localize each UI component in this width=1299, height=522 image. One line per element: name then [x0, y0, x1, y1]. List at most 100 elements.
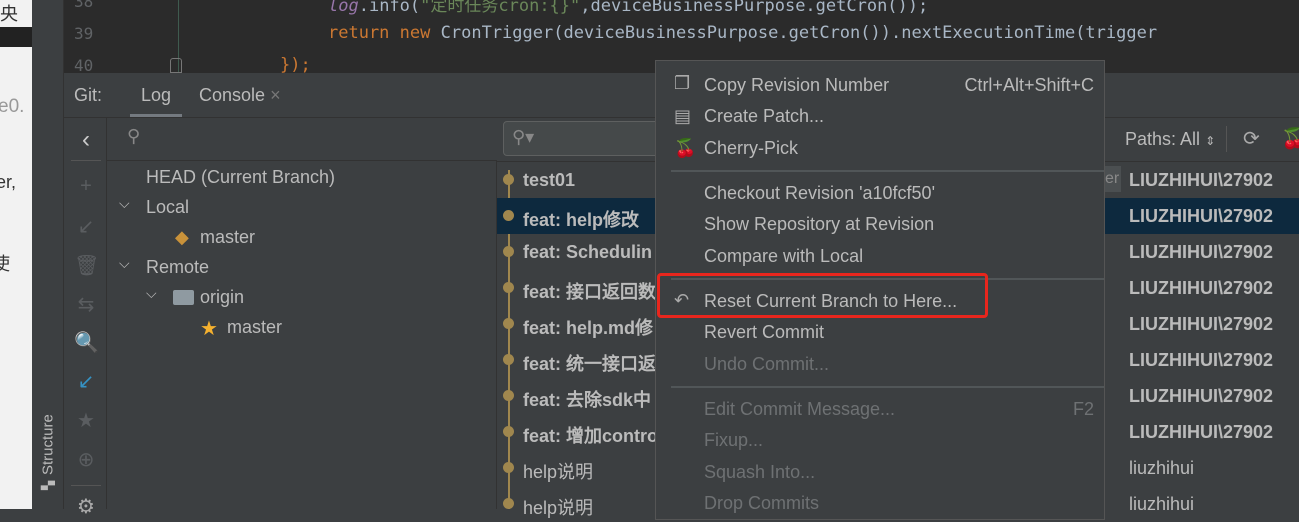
menu-item-revert-commit[interactable]: Revert Commit [704, 322, 824, 343]
commit-author: liuzhihui [1129, 458, 1195, 478]
tab-log[interactable]: Log [130, 85, 182, 117]
commit-node [503, 246, 514, 257]
commit-node [503, 462, 514, 473]
commit-author: LIUZHIHUI\27902 [1129, 350, 1274, 370]
background-document: 央 e0. er, 使 [0, 0, 32, 509]
branch-tree: HEAD (Current Branch) ⌵ Local ◆ master ⌵… [107, 161, 497, 509]
commit-node [503, 282, 514, 293]
fold-icon[interactable] [170, 58, 182, 73]
patch-icon: ▤ [674, 106, 692, 126]
search-icon[interactable]: 🔍 [74, 330, 99, 355]
tree-item-remote[interactable]: Remote [146, 257, 209, 278]
merge-icon[interactable]: ⇆ [74, 292, 98, 317]
git-label: Git: [74, 85, 103, 105]
menu-item-cherry-pick[interactable]: Cherry-Pick [704, 138, 798, 159]
commit-node [503, 390, 514, 401]
fetch-icon[interactable]: ↙ [74, 369, 98, 394]
shortcut: F2 [1072, 399, 1094, 419]
line-number: 40 [74, 56, 94, 73]
code-token: log [328, 0, 359, 16]
shortcut: Ctrl+Alt+Shift+C [964, 75, 1094, 95]
star-icon: ★ [200, 318, 218, 340]
commit-author: LIUZHIHUI\27902 [1129, 386, 1274, 406]
code-token: }); [280, 55, 311, 73]
doc-fragment: er, [0, 172, 17, 192]
structure-icon: ▚ [41, 480, 55, 490]
menu-item-create-patch[interactable]: Create Patch... [704, 106, 824, 127]
search-icon: ⚲▾ [512, 127, 535, 147]
structure-label: Structure [39, 413, 57, 475]
commit-node [503, 210, 514, 221]
branch-toolbar: ‹ + ↙ 🗑 ⇆ 🔍 ↙ ★ ⊕ ⚙ [64, 118, 107, 518]
code-keyword: return [328, 23, 390, 43]
menu-item-drop-commits: Drop Commits [704, 493, 820, 513]
line-number: 38 [74, 0, 94, 11]
tag-icon: ◆ [175, 227, 189, 247]
commit-message: feat: 去除sdk中 [523, 390, 652, 410]
commit-message: feat: 接口返回数 [523, 282, 657, 302]
menu-separator [671, 170, 1104, 172]
tab-console[interactable]: Console × [199, 85, 281, 106]
gear-icon[interactable]: ⚙ [74, 494, 98, 519]
refresh-icon[interactable]: ⟳ [1243, 126, 1260, 151]
cherry-icon: 🍒 [674, 138, 697, 158]
code-token: CronTrigger(deviceBusinessPurpose.getCro… [440, 23, 1158, 43]
branch-label: er [1103, 166, 1122, 192]
menu-item-checkout-revision[interactable]: Checkout Revision 'a10fcf50' [704, 183, 935, 204]
add-icon[interactable]: + [74, 175, 98, 198]
commit-node [503, 174, 514, 185]
commit-author: LIUZHIHUI\27902 [1129, 422, 1274, 442]
commit-node [503, 318, 514, 329]
tree-item-head[interactable]: HEAD (Current Branch) [146, 167, 335, 188]
highlight-box [657, 273, 988, 318]
commit-message: feat: help.md修 [523, 318, 654, 338]
menu-item-undo-commit: Undo Commit... [704, 354, 830, 374]
cherry-pick-icon[interactable]: 🍒 [1281, 126, 1299, 151]
update-arrow-icon[interactable]: ↙ [74, 214, 98, 239]
close-icon[interactable]: × [270, 85, 281, 105]
doc-band [0, 27, 32, 47]
copy-icon: ❐ [674, 73, 691, 93]
delete-icon[interactable]: 🗑 [74, 253, 99, 278]
commit-message: feat: 增加contro [523, 426, 658, 446]
collapse-icon[interactable]: ‹ [74, 126, 98, 154]
commit-author: LIUZHIHUI\27902 [1129, 278, 1274, 298]
tab-console-label: Console [199, 85, 266, 105]
commit-node [503, 354, 514, 365]
target-icon[interactable]: ⊕ [74, 447, 98, 472]
tree-item-origin[interactable]: origin [200, 287, 244, 308]
menu-item-edit-message: Edit Commit Message... [704, 399, 896, 419]
chevron-down-icon[interactable]: ⌵ [119, 255, 130, 272]
tree-item-local[interactable]: Local [146, 197, 189, 218]
commit-author: LIUZHIHUI\27902 [1129, 206, 1274, 226]
paths-filter-label: Paths: All [1125, 129, 1201, 149]
menu-item-copy-revision[interactable]: Copy Revision Number [704, 75, 889, 96]
commit-message: feat: help修改 [523, 210, 640, 230]
tree-item-remote-master[interactable]: master [227, 317, 282, 338]
menu-item-show-repository[interactable]: Show Repository at Revision [704, 214, 934, 235]
commit-author: LIUZHIHUI\27902 [1129, 170, 1274, 190]
chevron-down-icon[interactable]: ⌵ [119, 195, 130, 212]
menu-item-fixup: Fixup... [704, 430, 764, 450]
doc-fragment: 央 [0, 4, 18, 24]
search-icon: ⚲ [127, 126, 141, 146]
menu-item-squash: Squash Into... [704, 462, 816, 482]
tree-item-local-master[interactable]: master [200, 227, 255, 248]
code-token: .info( [358, 0, 421, 16]
structure-tool-button[interactable]: ▚ Structure [36, 390, 60, 490]
doc-fragment: 使 [0, 254, 10, 274]
commit-search-input[interactable]: ⚲▾ [503, 121, 663, 156]
code-token: "定时任务cron:{}" [420, 0, 581, 16]
paths-filter[interactable]: Paths: All ⇕ [1125, 129, 1215, 150]
chevron-down-icon[interactable]: ⌵ [146, 285, 157, 302]
code-token: ,deviceBusinessPurpose.getCron()); [580, 0, 929, 16]
favorite-icon[interactable]: ★ [74, 408, 98, 433]
commit-message: test01 [523, 170, 576, 190]
branch-search[interactable]: ⚲ [107, 118, 497, 161]
commit-author: liuzhihui [1129, 494, 1195, 514]
commit-node [503, 498, 514, 509]
commit-message: feat: Schedulin [523, 242, 653, 262]
menu-item-compare-local[interactable]: Compare with Local [704, 246, 863, 267]
menu-separator [671, 386, 1104, 388]
line-number: 39 [74, 24, 94, 43]
